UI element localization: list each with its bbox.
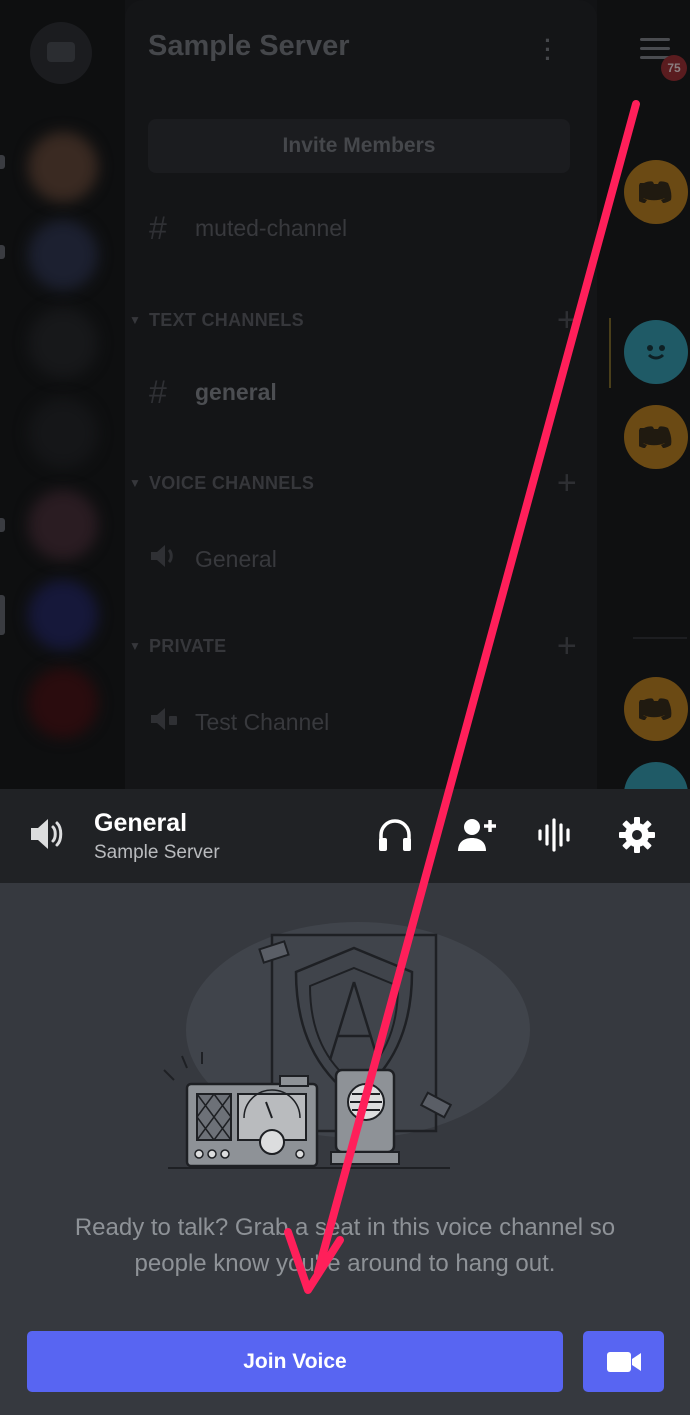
radio-illustration xyxy=(163,922,530,1169)
join-voice-button[interactable]: Join Voice xyxy=(27,1331,563,1392)
invite-members-button[interactable]: Invite Members xyxy=(148,119,570,173)
video-button[interactable] xyxy=(583,1331,664,1392)
add-channel-icon[interactable]: + xyxy=(557,301,577,340)
chat-bubble-icon xyxy=(47,42,75,62)
category-private[interactable]: ▼ PRIVATE + xyxy=(129,627,577,665)
server-icon[interactable] xyxy=(28,580,98,650)
server-icon[interactable] xyxy=(28,132,98,202)
channel-muted[interactable]: # muted-channel xyxy=(149,208,347,248)
server-title[interactable]: Sample Server xyxy=(148,30,350,63)
server-list-rail xyxy=(0,0,125,790)
add-channel-icon[interactable]: + xyxy=(557,627,577,666)
chevron-down-icon: ▼ xyxy=(129,639,142,653)
notification-badge: 75 xyxy=(661,55,687,81)
discord-logo-icon xyxy=(639,698,672,720)
member-avatar[interactable] xyxy=(624,320,688,384)
more-options-icon[interactable]: · · · xyxy=(543,30,553,70)
unread-indicator xyxy=(0,245,5,259)
channel-general-text[interactable]: # general xyxy=(149,372,277,412)
server-icon[interactable] xyxy=(28,308,98,378)
direct-messages-button[interactable] xyxy=(30,22,92,84)
selected-server-indicator xyxy=(0,595,5,635)
channel-label: general xyxy=(195,378,277,405)
member-list-rail: 75 xyxy=(597,0,690,826)
discord-logo-icon xyxy=(639,181,672,203)
chevron-down-icon: ▼ xyxy=(129,476,142,490)
channel-test-voice[interactable]: Test Channel xyxy=(149,702,329,742)
server-icon[interactable] xyxy=(28,398,98,468)
locked-speaker-icon xyxy=(149,706,195,738)
speaker-icon[interactable] xyxy=(28,815,66,853)
server-icon[interactable] xyxy=(28,220,98,290)
channel-general-voice[interactable]: General xyxy=(149,539,277,579)
channel-label: muted-channel xyxy=(195,214,348,241)
add-channel-icon[interactable]: + xyxy=(557,464,577,503)
category-voice-channels[interactable]: ▼ VOICE CHANNELS + xyxy=(129,464,577,502)
category-text-channels[interactable]: ▼ TEXT CHANNELS + xyxy=(129,301,577,339)
server-icon[interactable] xyxy=(28,668,98,738)
hash-icon: # xyxy=(149,373,167,410)
unread-indicator xyxy=(0,518,5,532)
channel-label: Test Channel xyxy=(195,708,330,735)
voice-channel-title: General xyxy=(94,809,188,837)
member-avatar[interactable] xyxy=(624,677,688,741)
speaker-icon xyxy=(149,543,195,575)
hash-icon: # xyxy=(149,209,167,246)
discord-logo-icon xyxy=(639,426,672,448)
divider xyxy=(633,637,687,639)
voice-server-name: Sample Server xyxy=(94,842,220,863)
headphones-icon[interactable] xyxy=(374,814,416,856)
channel-list-panel: Sample Server · · · Invite Members # muted… xyxy=(125,0,597,790)
channel-label: General xyxy=(195,545,277,572)
category-label: PRIVATE xyxy=(149,635,227,656)
unread-indicator xyxy=(0,155,5,169)
add-user-icon[interactable] xyxy=(456,814,498,856)
gear-icon[interactable] xyxy=(616,814,658,856)
category-label: TEXT CHANNELS xyxy=(149,309,304,330)
category-label: VOICE CHANNELS xyxy=(149,472,315,493)
discord-screen: Sample Server · · · Invite Members # muted… xyxy=(0,0,690,1415)
server-icon[interactable] xyxy=(28,490,98,560)
member-avatar[interactable] xyxy=(624,405,688,469)
audio-wave-icon[interactable] xyxy=(535,814,577,856)
member-avatar[interactable] xyxy=(624,160,688,224)
chevron-down-icon: ▼ xyxy=(129,313,142,327)
voice-prompt-text: Ready to talk? Grab a seat in this voice… xyxy=(74,1214,616,1277)
face-icon xyxy=(647,345,665,360)
video-camera-icon xyxy=(606,1351,641,1372)
dimmed-background-app: Sample Server · · · Invite Members # muted… xyxy=(0,0,690,826)
speaking-indicator xyxy=(609,318,611,388)
